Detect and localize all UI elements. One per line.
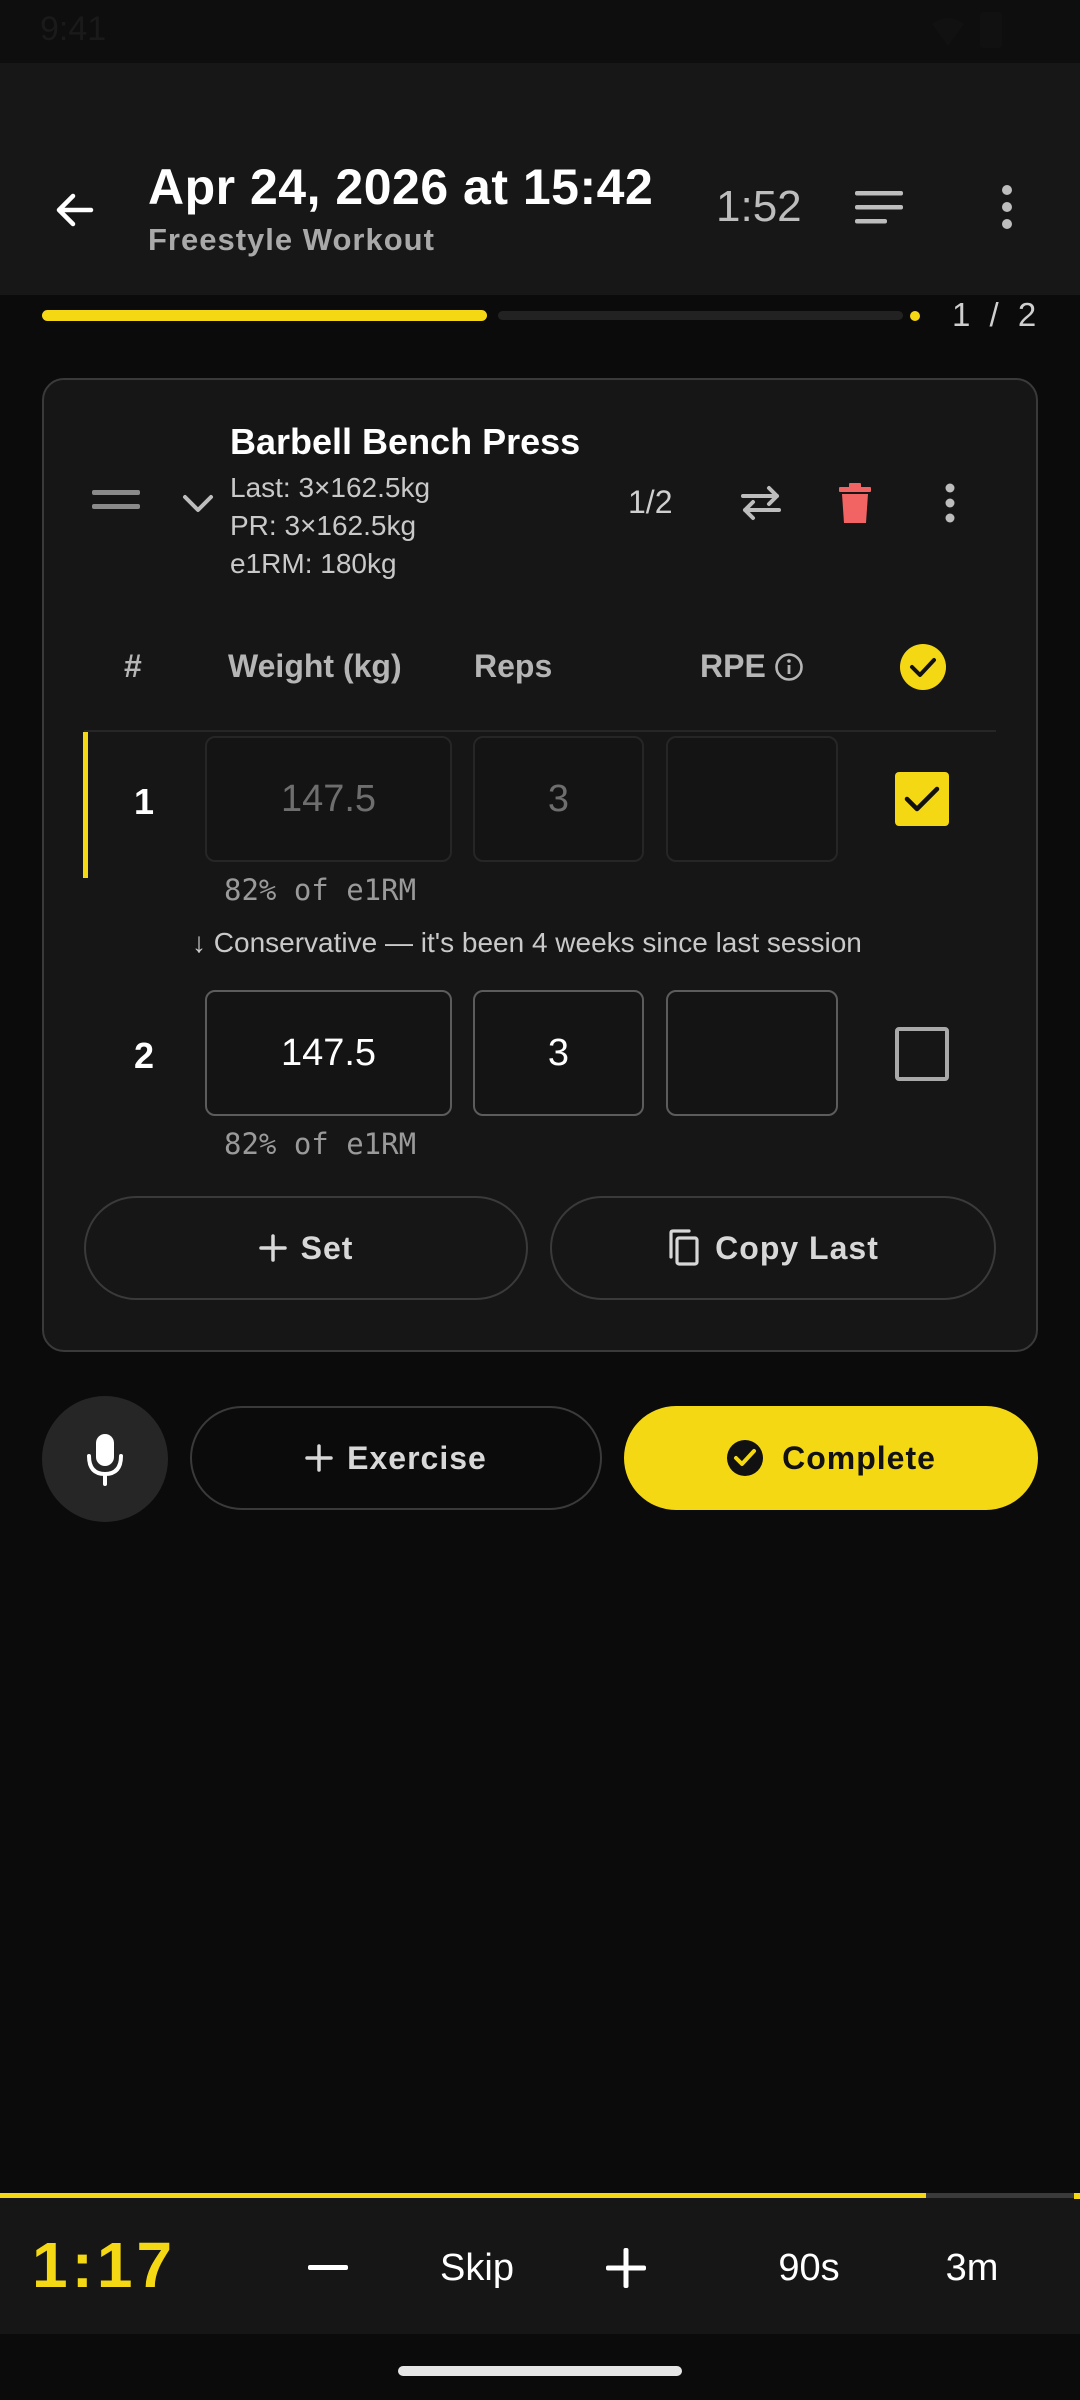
battery-icon [980, 12, 1002, 48]
exercise-counter: 1/2 [628, 484, 673, 520]
add-exercise-label: Exercise [347, 1439, 487, 1476]
set-1-reps-input[interactable]: 3 [473, 736, 644, 862]
more-vertical-icon [1002, 185, 1012, 229]
exercise-menu-button[interactable] [930, 478, 970, 528]
microphone-icon [87, 1434, 123, 1486]
drag-handle-icon[interactable] [92, 490, 140, 514]
workout-progress-fill [42, 310, 487, 321]
workout-progress-track [498, 311, 903, 320]
set-1-weight-input[interactable]: 147.5 [205, 736, 452, 862]
voice-input-button[interactable] [42, 1396, 168, 1522]
table-divider [84, 730, 996, 732]
swap-icon [741, 486, 781, 520]
home-indicator[interactable] [398, 2366, 682, 2376]
chevron-down-icon [183, 495, 213, 512]
rest-progress-end [1074, 2193, 1080, 2199]
arrow-left-icon [56, 193, 94, 227]
workout-type: Freestyle Workout [148, 222, 435, 257]
add-exercise-button[interactable]: Exercise [190, 1406, 602, 1510]
trash-icon [839, 483, 871, 523]
estimated-1rm: e1RM: 180kg [230, 548, 397, 579]
info-icon [774, 652, 803, 681]
copy-icon [669, 1229, 699, 1266]
set-number: 2 [133, 1035, 155, 1076]
more-vertical-icon [945, 483, 955, 523]
set-number: 1 [133, 781, 155, 822]
copy-last-button[interactable]: Copy Last [550, 1196, 996, 1300]
copy-last-label: Copy Last [715, 1229, 879, 1266]
set-1-percent-e1rm: 82% of e1RM [224, 873, 417, 907]
page-title: Apr 24, 2026 at 15:42 [148, 159, 654, 215]
complete-label: Complete [782, 1439, 936, 1476]
check-circle-icon [727, 1440, 764, 1476]
plus-icon [258, 1234, 287, 1262]
plus-icon [305, 1444, 333, 1472]
collapse-button[interactable] [176, 482, 220, 526]
decrease-rest-button[interactable] [298, 2228, 358, 2308]
check-icon [910, 658, 936, 677]
set-2-weight-input[interactable]: 147.5 [205, 990, 452, 1116]
check-icon [904, 786, 940, 812]
column-header-reps: Reps [474, 648, 553, 684]
add-set-button[interactable]: Set [84, 1196, 528, 1300]
set-2-complete-checkbox[interactable] [895, 1027, 949, 1081]
delete-exercise-button[interactable] [830, 478, 880, 528]
complete-workout-button[interactable]: Complete [624, 1406, 1038, 1510]
status-bar [0, 0, 1080, 63]
last-performance: Last: 3×162.5kg [230, 472, 431, 503]
plus-icon [606, 2248, 646, 2288]
minus-icon [308, 2265, 348, 2270]
more-options-button[interactable] [975, 175, 1039, 239]
progress-end-dot [910, 311, 920, 321]
skip-rest-button[interactable]: Skip [420, 2228, 534, 2308]
rest-preset-90s[interactable]: 90s [754, 2228, 864, 2308]
set-1-complete-checkbox[interactable] [895, 772, 949, 826]
add-set-label: Set [300, 1229, 354, 1266]
column-header-weight: Weight (kg) [228, 648, 402, 684]
exercise-name[interactable]: Barbell Bench Press [230, 421, 580, 463]
workout-progress-text: 1 / 2 [952, 296, 1042, 333]
back-button[interactable] [40, 175, 110, 245]
list-icon [855, 191, 903, 224]
exercise-list-button[interactable] [848, 175, 912, 239]
column-header-rpe[interactable]: RPE [700, 648, 804, 685]
set-1-rpe-input[interactable] [666, 736, 838, 862]
set-2-percent-e1rm: 82% of e1RM [224, 1127, 417, 1161]
completed-set-indicator [83, 732, 88, 878]
column-header-number: # [124, 648, 142, 684]
set-2-rpe-input[interactable] [666, 990, 838, 1116]
progression-advice: ↓ Conservative — it's been 4 weeks since… [192, 927, 862, 958]
elapsed-timer: 1:52 [716, 182, 802, 231]
wifi-icon [930, 14, 966, 48]
rpe-header-label: RPE [700, 648, 766, 684]
swap-exercise-button[interactable] [732, 478, 790, 528]
rest-preset-3m[interactable]: 3m [920, 2228, 1024, 2308]
complete-all-sets-button[interactable] [900, 644, 946, 690]
personal-record: PR: 3×162.5kg [230, 510, 417, 541]
set-2-reps-input[interactable]: 3 [473, 990, 644, 1116]
status-time: 9:41 [40, 10, 107, 48]
increase-rest-button[interactable] [596, 2228, 656, 2308]
rest-time-remaining: 1:17 [32, 2229, 177, 2301]
rest-progress-fill [0, 2193, 926, 2198]
